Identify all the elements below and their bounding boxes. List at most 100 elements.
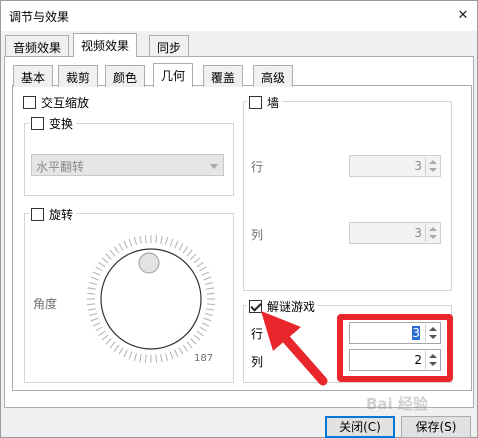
interactive-zoom-label: 交互缩放: [41, 96, 90, 110]
annotation-arrow-icon: [261, 311, 328, 386]
wall-cols-label: 列: [251, 228, 264, 242]
dial-tick: [87, 303, 96, 306]
dial-tick: [206, 303, 215, 306]
wall-label: 墙: [267, 96, 280, 110]
tab-advanced[interactable]: 高级: [253, 65, 294, 87]
dial-tick: [196, 261, 204, 268]
dial-tick: [105, 253, 112, 260]
tab-audio-effects[interactable]: 音频效果: [5, 35, 70, 57]
interactive-zoom-checkbox[interactable]: [23, 96, 36, 109]
transform-checkbox[interactable]: [31, 117, 44, 130]
dial-tick: [118, 243, 124, 251]
dial-tick: [92, 322, 101, 327]
dial-tick: [87, 287, 96, 290]
angle-label: 角度: [33, 297, 58, 311]
wall-checkbox[interactable]: [249, 96, 262, 109]
chevron-down-icon: [210, 164, 218, 169]
spin-down-icon[interactable]: [429, 235, 437, 239]
dial-tick: [196, 330, 204, 337]
dial-tick: [133, 237, 137, 246]
rotation-dial[interactable]: [81, 229, 221, 369]
dial-tick: [203, 276, 212, 281]
dial-tick: [90, 276, 99, 281]
dial-tick: [109, 249, 116, 257]
title-bar: 调节与效果 ✕: [1, 1, 477, 31]
dial-tick: [113, 344, 120, 352]
dial-tick: [113, 246, 120, 254]
dial-tick: [101, 257, 109, 264]
dial-tick: [128, 351, 133, 360]
dial-tick: [204, 313, 213, 317]
watermark: Bai 经验: [366, 395, 428, 413]
dial-tick: [95, 266, 103, 272]
wall-legend[interactable]: 墙: [247, 94, 283, 111]
dial-tick: [123, 240, 128, 249]
transform-select-value: 水平翻转: [36, 160, 85, 174]
dial-tick: [89, 281, 98, 285]
tab-sync[interactable]: 同步: [149, 35, 190, 57]
dial-tick: [133, 352, 137, 361]
dial-tick: [199, 326, 207, 332]
rotate-checkbox[interactable]: [31, 208, 44, 221]
dial-tick: [174, 240, 179, 249]
dial-tick: [95, 326, 103, 332]
dial-tick: [139, 235, 142, 244]
wall-cols-spinbox[interactable]: 3: [349, 222, 441, 244]
tab-video-effects[interactable]: 视频效果: [73, 33, 138, 57]
dialog-window: 调节与效果 ✕ 音频效果 视频效果 同步 基本 裁剪 颜色 几何 覆盖 高级 交…: [0, 0, 478, 438]
dial-tick: [128, 238, 133, 247]
dial-tick: [89, 313, 98, 317]
wall-rows-label: 行: [251, 160, 264, 174]
dial-tick: [165, 237, 169, 246]
dial-tick: [101, 334, 109, 341]
dial-tick: [178, 243, 184, 251]
dial-tick: [155, 354, 158, 363]
tab-color[interactable]: 颜色: [105, 65, 146, 87]
dial-tick: [186, 341, 193, 349]
dial-tick: [206, 308, 215, 311]
dial-tick: [199, 266, 207, 272]
dial-tick: [90, 317, 99, 322]
dial-tick: [165, 352, 169, 361]
dial-tick: [174, 349, 179, 358]
tab-basic[interactable]: 基本: [13, 65, 54, 87]
dial-tick: [87, 308, 96, 311]
dial-tick: [206, 287, 215, 290]
wall-cols-value: 3: [414, 226, 422, 240]
tab-geometry[interactable]: 几何: [153, 63, 194, 87]
spin-buttons[interactable]: [425, 224, 439, 242]
dial-tick: [155, 235, 158, 244]
tab-overlay[interactable]: 覆盖: [203, 65, 244, 87]
spin-buttons[interactable]: [425, 157, 439, 175]
dial-tick: [109, 341, 116, 349]
dial-tick: [190, 338, 197, 345]
interactive-zoom-option[interactable]: 交互缩放: [21, 94, 93, 111]
close-button[interactable]: 关闭(C): [325, 416, 395, 438]
dial-tick: [87, 292, 96, 295]
transform-select[interactable]: 水平翻转: [31, 154, 224, 176]
dial-tick: [160, 354, 163, 363]
dial-knob[interactable]: [138, 252, 160, 274]
angle-value: 187: [194, 353, 214, 364]
spin-up-icon[interactable]: [429, 160, 437, 164]
dial-tick: [98, 330, 106, 337]
dial-tick: [201, 271, 210, 276]
wall-rows-spinbox[interactable]: 3: [349, 155, 441, 177]
wall-group: [243, 101, 452, 291]
close-icon[interactable]: ✕: [455, 8, 471, 24]
dial-tick: [182, 246, 189, 254]
highlight-box: [337, 314, 453, 382]
spin-up-icon[interactable]: [429, 227, 437, 231]
dial-tick: [182, 344, 189, 352]
dial-tick: [98, 261, 106, 268]
save-button[interactable]: 保存(S): [401, 416, 471, 438]
tab-crop[interactable]: 裁剪: [58, 65, 99, 87]
dial-tick: [193, 257, 201, 264]
dial-tick: [169, 238, 174, 247]
dial-tick: [204, 281, 213, 285]
rotate-legend[interactable]: 旋转: [29, 206, 77, 223]
transform-legend[interactable]: 变换: [29, 115, 77, 132]
window-title: 调节与效果: [9, 10, 70, 24]
dial-tick: [139, 354, 142, 363]
spin-down-icon[interactable]: [429, 168, 437, 172]
